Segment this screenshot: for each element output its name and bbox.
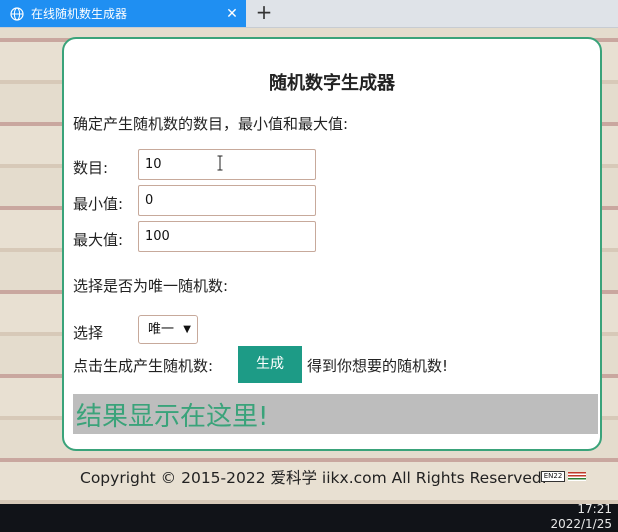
min-label: 最小值: xyxy=(73,195,124,213)
globe-icon xyxy=(10,6,24,21)
generate-suffix-text: 得到你想要的随机数! xyxy=(307,357,449,375)
tab-title: 在线随机数生成器 xyxy=(31,7,128,21)
copyright-text: Copyright © 2015-2022 爱科学 iikx.com All R… xyxy=(80,469,547,487)
intro-text: 确定产生随机数的数目，最小值和最大值: xyxy=(73,115,349,133)
generate-button[interactable]: 生成 xyxy=(238,346,302,383)
max-input[interactable]: 100 xyxy=(138,221,316,252)
select-label: 选择 xyxy=(73,324,104,342)
clock-time: 17:21 xyxy=(577,502,612,516)
result-text: 结果显示在这里! xyxy=(76,402,269,432)
new-tab-icon[interactable]: + xyxy=(252,2,276,24)
result-area: 结果显示在这里! xyxy=(73,394,598,434)
tab-close-icon[interactable]: ✕ xyxy=(224,6,240,22)
language-badge[interactable]: EN22 xyxy=(541,471,565,482)
count-label: 数目: xyxy=(73,159,109,177)
unique-select[interactable]: 唯一 ▼ xyxy=(138,315,198,344)
min-input[interactable]: 0 xyxy=(138,185,316,216)
browser-tab-strip: 在线随机数生成器 ✕ + xyxy=(0,0,618,28)
browser-tab-active[interactable]: 在线随机数生成器 ✕ xyxy=(0,0,246,27)
max-label: 最大值: xyxy=(73,231,124,249)
taskbar-clock[interactable]: 17:21 2022/1/25 xyxy=(522,502,612,532)
count-input[interactable]: 10 xyxy=(138,149,316,180)
unique-question: 选择是否为唯一随机数: xyxy=(73,277,229,295)
page-title: 随机数字生成器 xyxy=(269,73,395,94)
text-cursor-icon xyxy=(217,155,223,171)
flag-icon xyxy=(568,472,586,481)
clock-date: 2022/1/25 xyxy=(550,517,612,531)
select-value: 唯一 xyxy=(148,322,175,337)
generate-prefix-text: 点击生成产生随机数: xyxy=(73,357,214,375)
generator-card: 随机数字生成器 确定产生随机数的数目，最小值和最大值: 数目: 10 最小值: … xyxy=(62,37,602,451)
dropdown-arrow-icon: ▼ xyxy=(183,324,191,335)
